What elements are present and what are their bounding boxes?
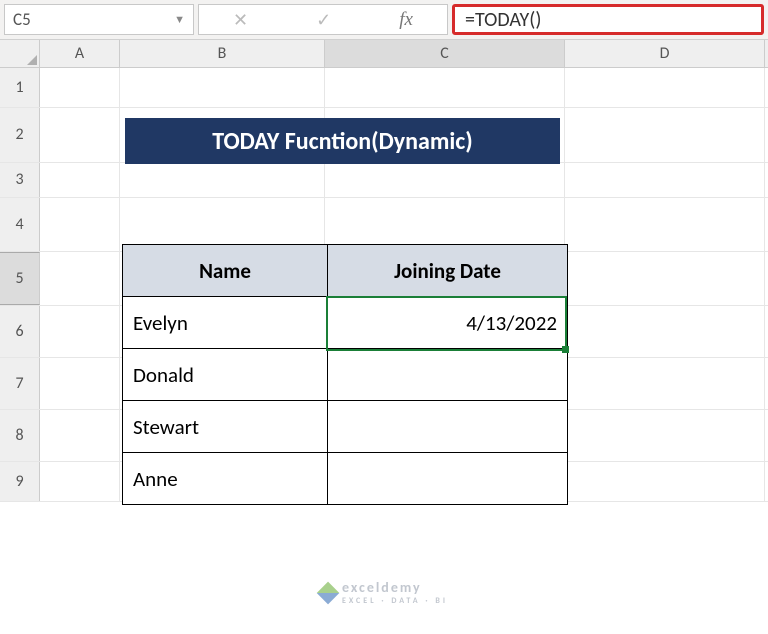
- row-header-2[interactable]: 2: [0, 108, 40, 162]
- cell-B1[interactable]: [120, 68, 325, 107]
- watermark: exceldemy EXCEL · DATA · BI: [320, 579, 448, 606]
- logo-icon: [317, 581, 340, 604]
- row-header-7[interactable]: 7: [0, 358, 40, 409]
- row-3: 3: [0, 163, 768, 198]
- row-header-4[interactable]: 4: [0, 198, 40, 251]
- cell-D4[interactable]: [565, 198, 765, 251]
- cell-D1[interactable]: [565, 68, 765, 107]
- cell-reference: C5: [13, 9, 31, 30]
- table-row: Anne: [123, 453, 568, 505]
- name-cell[interactable]: Donald: [123, 349, 328, 401]
- cell-B3[interactable]: [120, 163, 325, 197]
- cell-A6[interactable]: [40, 306, 120, 357]
- formula-input[interactable]: =TODAY(): [452, 4, 764, 35]
- name-cell[interactable]: Evelyn: [123, 297, 328, 349]
- column-header-C[interactable]: C: [325, 40, 565, 67]
- row-header-8[interactable]: 8: [0, 410, 40, 461]
- spreadsheet-grid[interactable]: A B C D 1 2 3 4 5 6: [0, 40, 768, 634]
- cell-A4[interactable]: [40, 198, 120, 251]
- confirm-icon[interactable]: ✓: [316, 9, 331, 31]
- row-header-6[interactable]: 6: [0, 306, 40, 357]
- row-1: 1: [0, 68, 768, 108]
- cell-A9[interactable]: [40, 462, 120, 501]
- cell-D6[interactable]: [565, 306, 765, 357]
- date-cell[interactable]: 4/13/2022: [328, 297, 568, 349]
- column-header-D[interactable]: D: [565, 40, 765, 67]
- cell-D5[interactable]: [565, 252, 765, 305]
- row-header-5[interactable]: 5: [0, 252, 40, 305]
- date-cell[interactable]: [328, 349, 568, 401]
- cell-A8[interactable]: [40, 410, 120, 461]
- row-header-9[interactable]: 9: [0, 462, 40, 501]
- table-row: Stewart: [123, 401, 568, 453]
- cell-A3[interactable]: [40, 163, 120, 197]
- cell-D9[interactable]: [565, 462, 765, 501]
- table-header-row: Name Joining Date: [123, 245, 568, 297]
- row-header-1[interactable]: 1: [0, 68, 40, 107]
- cell-D7[interactable]: [565, 358, 765, 409]
- formula-bar-buttons: ✕ ✓ fx: [198, 4, 448, 35]
- cell-D3[interactable]: [565, 163, 765, 197]
- formula-text: =TODAY(): [465, 8, 541, 32]
- table-row: Evelyn 4/13/2022: [123, 297, 568, 349]
- page-title: TODAY Fucntion(Dynamic): [125, 118, 560, 164]
- watermark-tagline: EXCEL · DATA · BI: [342, 596, 448, 606]
- name-cell[interactable]: Anne: [123, 453, 328, 505]
- cell-A5[interactable]: [40, 252, 120, 305]
- dropdown-arrow-icon[interactable]: ▼: [174, 13, 185, 26]
- date-cell[interactable]: [328, 453, 568, 505]
- watermark-brand: exceldemy: [342, 579, 422, 596]
- column-headers: A B C D: [0, 40, 768, 68]
- fx-icon[interactable]: fx: [399, 9, 413, 31]
- cell-C1[interactable]: [325, 68, 565, 107]
- column-header-A[interactable]: A: [40, 40, 120, 67]
- row-header-3[interactable]: 3: [0, 163, 40, 197]
- header-name[interactable]: Name: [123, 245, 328, 297]
- name-box[interactable]: C5 ▼: [4, 4, 194, 35]
- cell-A7[interactable]: [40, 358, 120, 409]
- cell-C3[interactable]: [325, 163, 565, 197]
- header-date[interactable]: Joining Date: [328, 245, 568, 297]
- cell-A1[interactable]: [40, 68, 120, 107]
- select-all-corner[interactable]: [0, 40, 40, 67]
- cell-D2[interactable]: [565, 108, 765, 162]
- name-cell[interactable]: Stewart: [123, 401, 328, 453]
- cancel-icon[interactable]: ✕: [233, 9, 248, 31]
- column-header-B[interactable]: B: [120, 40, 325, 67]
- table-row: Donald: [123, 349, 568, 401]
- date-cell[interactable]: [328, 401, 568, 453]
- cell-D8[interactable]: [565, 410, 765, 461]
- data-table: Name Joining Date Evelyn 4/13/2022 Donal…: [122, 244, 568, 505]
- cell-A2[interactable]: [40, 108, 120, 162]
- formula-bar: C5 ▼ ✕ ✓ fx =TODAY(): [0, 0, 768, 40]
